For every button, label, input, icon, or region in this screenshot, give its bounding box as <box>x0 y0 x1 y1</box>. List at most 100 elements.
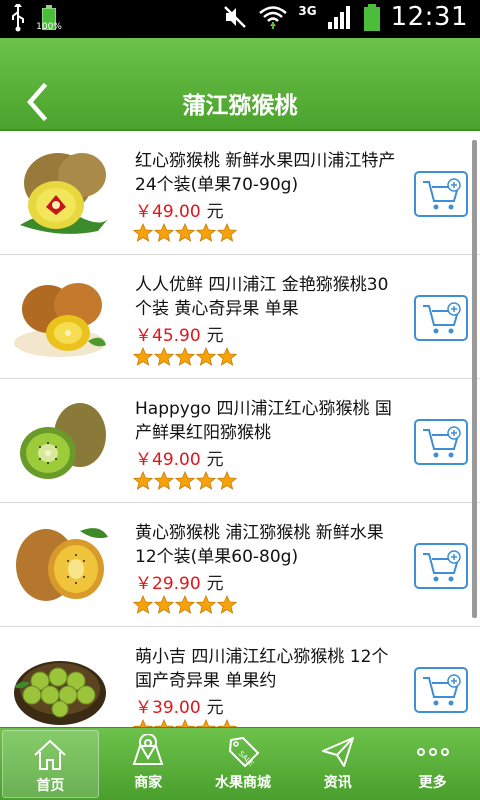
nav-fruit-mall[interactable]: SALE 水果商城 <box>196 728 291 800</box>
paper-plane-icon <box>321 737 354 767</box>
product-item[interactable]: Happygo 四川浦江红心猕猴桃 国产鲜果红阳猕猴桃 ￥49.00 元 <box>0 379 480 503</box>
usb-icon <box>12 4 24 32</box>
star-icon <box>175 471 195 490</box>
product-price: ￥49.00 <box>135 450 201 470</box>
rating-stars <box>133 223 237 243</box>
price-row: ￥45.90 元 <box>135 321 224 346</box>
cart-add-icon <box>423 550 461 582</box>
price-row: ￥39.00 元 <box>135 693 224 718</box>
nav-merchants[interactable]: 商家 <box>101 728 196 800</box>
price-unit: 元 <box>206 202 224 222</box>
rating-stars <box>133 595 237 615</box>
star-icon <box>154 719 174 727</box>
nav-merchants-label: 商家 <box>134 775 163 791</box>
green-kiwi-image <box>20 403 106 479</box>
add-to-cart-button[interactable] <box>414 171 468 217</box>
product-price: ￥29.90 <box>135 574 201 594</box>
map-pin-icon <box>132 734 164 765</box>
product-title[interactable]: 萌小吉 四川浦江红心猕猴桃 12个 国产奇异果 单果约 <box>135 645 397 693</box>
product-title[interactable]: 人人优鲜 四川浦江 金艳猕猴桃30个装 黄心奇异果 单果 <box>135 273 397 321</box>
star-icon <box>196 595 216 614</box>
add-to-cart-button[interactable] <box>414 543 468 589</box>
product-title[interactable]: 黄心猕猴桃 浦江猕猴桃 新鲜水果 12个装(单果60-80g) <box>135 521 397 569</box>
nav-news-label: 资讯 <box>323 775 352 791</box>
nav-fruit-mall-label: 水果商城 <box>214 775 271 791</box>
price-unit: 元 <box>206 326 224 346</box>
star-icon <box>133 471 153 490</box>
clock: 12:31 <box>390 2 468 32</box>
nav-news[interactable]: 资讯 <box>290 728 385 800</box>
price-unit: 元 <box>206 574 224 594</box>
kiwi-basket-image <box>14 661 106 725</box>
battery-icon <box>363 3 381 31</box>
price-row: ￥49.00 元 <box>135 445 224 470</box>
price-unit: 元 <box>206 698 224 718</box>
product-item[interactable]: 萌小吉 四川浦江红心猕猴桃 12个 国产奇异果 单果约 ￥39.00 元 <box>0 627 480 727</box>
star-icon <box>196 471 216 490</box>
app-header: 蒲江猕猴桃 <box>0 38 480 131</box>
battery-full-icon: 100% <box>36 4 62 32</box>
star-icon <box>217 595 237 614</box>
star-icon <box>175 595 195 614</box>
status-bar: 100% 3G 12:31 <box>0 0 480 38</box>
page-title: 蒲江猕猴桃 <box>182 93 298 119</box>
rating-stars <box>133 347 237 367</box>
list-scrollbar[interactable] <box>472 140 477 618</box>
product-item[interactable]: 黄心猕猴桃 浦江猕猴桃 新鲜水果 12个装(单果60-80g) ￥29.90 元 <box>0 503 480 627</box>
mute-icon <box>224 6 247 28</box>
home-icon <box>34 739 67 770</box>
star-icon <box>154 223 174 242</box>
price-row: ￥49.00 元 <box>135 197 224 222</box>
sale-tag-icon: SALE <box>228 736 260 768</box>
more-dots-icon <box>416 748 449 756</box>
cart-add-icon <box>423 426 461 458</box>
star-icon <box>154 595 174 614</box>
cart-add-icon <box>423 302 461 334</box>
nav-more-label: 更多 <box>418 775 447 791</box>
bottom-nav: 首页 商家 SALE 水果商城 资讯 更多 <box>0 727 480 800</box>
product-price: ￥45.90 <box>135 326 201 346</box>
star-icon <box>217 223 237 242</box>
product-price: ￥49.00 <box>135 202 201 222</box>
star-icon <box>133 223 153 242</box>
wifi-icon <box>259 6 288 29</box>
red-heart-kiwi-image <box>20 153 108 234</box>
cart-add-icon <box>423 178 461 210</box>
signal-icon <box>327 6 350 29</box>
yellow-heart-kiwi-image <box>14 283 106 357</box>
star-icon <box>175 223 195 242</box>
product-title[interactable]: 红心猕猴桃 新鲜水果四川浦江特产 24个装(单果70-90g) <box>135 149 397 197</box>
cart-add-icon <box>423 674 461 706</box>
product-list[interactable]: 红心猕猴桃 新鲜水果四川浦江特产 24个装(单果70-90g) ￥49.00元 <box>0 131 480 727</box>
nav-home-label: 首页 <box>36 778 65 794</box>
star-icon <box>133 595 153 614</box>
nav-more[interactable]: 更多 <box>385 728 480 800</box>
product-item[interactable]: 红心猕猴桃 新鲜水果四川浦江特产 24个装(单果70-90g) ￥49.00 元 <box>0 131 480 255</box>
star-icon <box>175 347 195 366</box>
add-to-cart-button[interactable] <box>414 295 468 341</box>
battery-percent-label: 100% <box>36 22 62 32</box>
rating-stars <box>133 471 237 491</box>
star-icon <box>196 347 216 366</box>
add-to-cart-button[interactable] <box>414 667 468 713</box>
star-icon <box>154 347 174 366</box>
star-icon <box>217 719 237 727</box>
rating-stars <box>133 719 237 727</box>
star-icon <box>175 719 195 727</box>
star-icon <box>154 471 174 490</box>
star-icon <box>196 223 216 242</box>
nav-home[interactable]: 首页 <box>2 730 99 798</box>
star-icon <box>133 347 153 366</box>
star-icon <box>217 347 237 366</box>
network-type-label: 3G <box>298 4 317 18</box>
price-row: ￥29.90 元 <box>135 569 224 594</box>
product-title[interactable]: Happygo 四川浦江红心猕猴桃 国产鲜果红阳猕猴桃 <box>135 397 397 445</box>
star-icon <box>196 719 216 727</box>
add-to-cart-button[interactable] <box>414 419 468 465</box>
star-icon <box>217 471 237 490</box>
star-icon <box>133 719 153 727</box>
golden-kiwi-image <box>16 528 108 601</box>
product-item[interactable]: 人人优鲜 四川浦江 金艳猕猴桃30个装 黄心奇异果 单果 ￥45.90 元 <box>0 255 480 379</box>
price-unit: 元 <box>206 450 224 470</box>
product-price: ￥39.00 <box>135 698 201 718</box>
